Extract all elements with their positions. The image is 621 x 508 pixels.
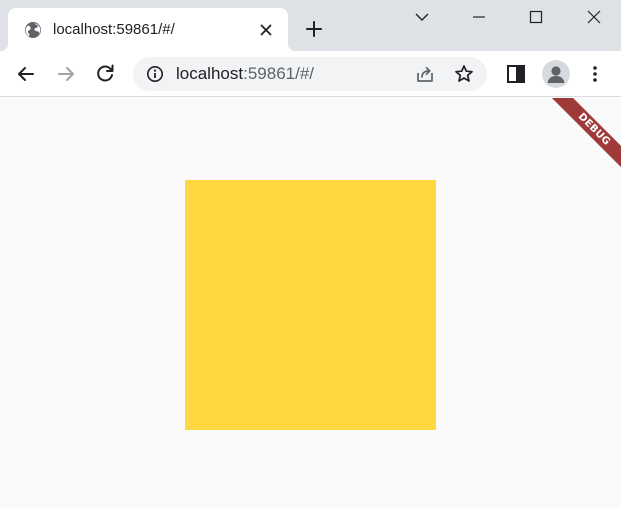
url-text[interactable]: localhost:59861/#/ — [176, 65, 314, 83]
browser-toolbar: localhost:59861/#/ — [0, 51, 621, 97]
share-icon[interactable] — [414, 63, 436, 85]
url-host: localhost — [176, 64, 244, 83]
arrow-left-icon[interactable] — [14, 62, 38, 86]
side-panel-icon[interactable] — [504, 62, 528, 86]
url-path: :59861/#/ — [243, 64, 315, 83]
address-bar[interactable]: localhost:59861/#/ — [133, 57, 487, 91]
yellow-square — [185, 180, 436, 430]
maximize-icon[interactable] — [522, 5, 550, 29]
reload-icon[interactable] — [93, 62, 117, 86]
debug-banner: DEBUG — [535, 98, 621, 188]
new-tab-icon[interactable] — [303, 18, 325, 40]
close-window-icon[interactable] — [580, 5, 608, 29]
globe-icon — [25, 22, 41, 38]
profile-avatar[interactable] — [542, 60, 570, 88]
kebab-menu-icon[interactable] — [583, 62, 607, 86]
person-icon — [547, 66, 565, 83]
close-tab-icon[interactable] — [257, 21, 275, 39]
minimize-icon[interactable] — [465, 5, 493, 29]
star-icon[interactable] — [453, 63, 475, 85]
tab-search-icon[interactable] — [408, 5, 436, 29]
tab-strip: localhost:59861/#/ — [0, 0, 621, 51]
arrow-right-icon[interactable] — [54, 62, 78, 86]
page-viewport: DEBUG — [0, 98, 621, 508]
tab-title: localhost:59861/#/ — [53, 21, 175, 38]
browser-tab[interactable]: localhost:59861/#/ — [0, 8, 296, 51]
info-icon[interactable] — [146, 65, 164, 83]
